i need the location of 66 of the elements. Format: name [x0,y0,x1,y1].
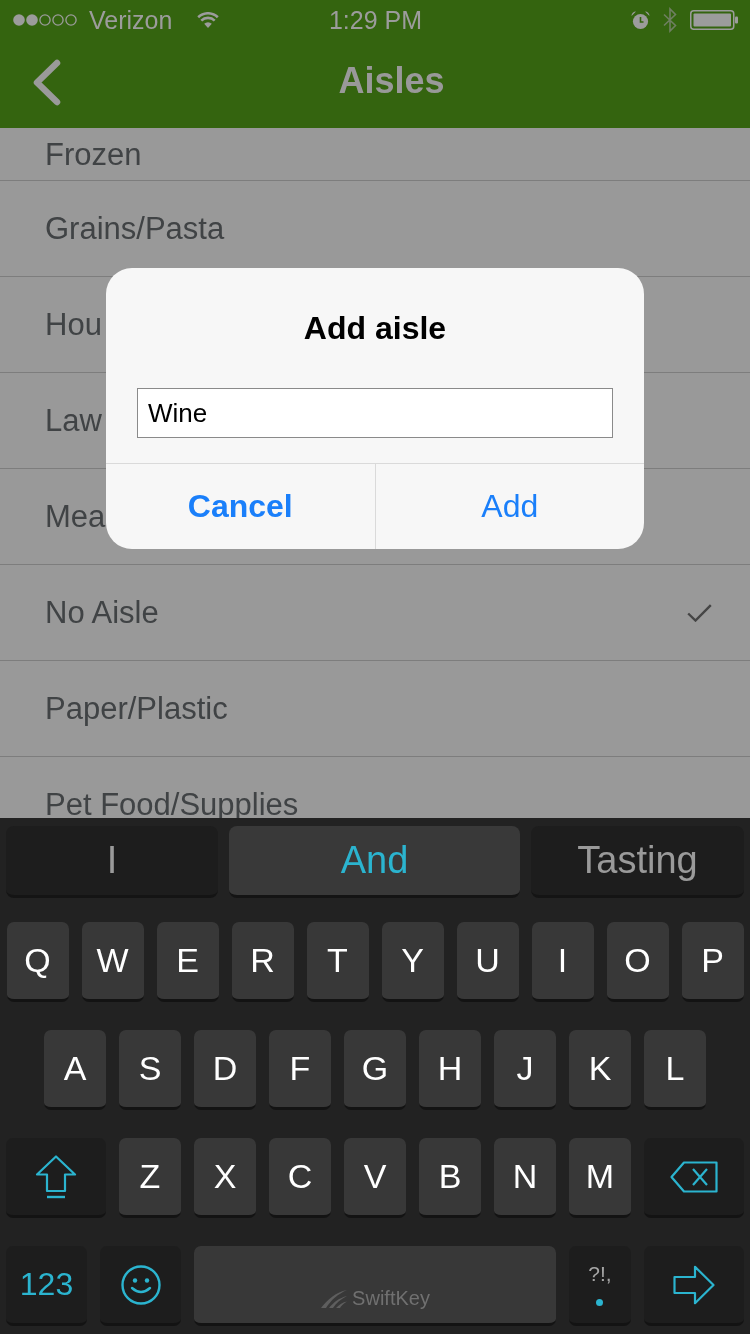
clock-time: 1:29 PM [328,5,423,35]
aisle-name: Paper/Plastic [45,689,228,728]
battery-icon [690,10,738,30]
letter-key[interactable]: B [419,1138,481,1218]
aisle-name: Law [45,401,102,440]
dot-icon [596,1299,604,1306]
aisle-row[interactable]: No Aisle [0,565,750,661]
letter-key[interactable]: Q [6,922,69,1002]
wifi-icon [197,12,220,28]
letter-key[interactable]: U [456,922,519,1002]
letter-key[interactable]: A [44,1030,106,1110]
back-button[interactable] [33,58,61,106]
aisle-row[interactable]: Paper/Plastic [0,661,750,757]
aisle-row[interactable]: Frozen [0,128,750,181]
letter-key[interactable]: F [269,1030,331,1110]
alarm-clock-icon [631,10,650,30]
suggestion-button[interactable]: And [229,826,520,898]
letter-key[interactable]: O [606,922,669,1002]
aisle-name: Mea [45,497,106,536]
punctuation-key[interactable]: ?!, [569,1246,631,1326]
numbers-key[interactable]: 123 [6,1246,87,1326]
letter-key[interactable]: X [194,1138,256,1218]
letter-key[interactable]: L [644,1030,706,1110]
letter-key[interactable]: W [81,922,144,1002]
letter-key[interactable]: K [569,1030,631,1110]
suggestion-button[interactable]: I [6,826,218,898]
letter-key[interactable]: N [494,1138,556,1218]
back-chevron-icon [33,58,61,106]
letter-key[interactable]: Z [119,1138,181,1218]
right-arrow-icon [673,1264,715,1305]
aisle-name: Grains/Pasta [45,209,225,248]
letter-key[interactable]: M [569,1138,631,1218]
emoji-key[interactable] [100,1246,181,1326]
aisle-name: Frozen [45,136,142,174]
aisle-name: No Aisle [45,593,159,632]
backspace-icon [670,1160,718,1193]
shift-key[interactable] [6,1138,106,1218]
letter-key[interactable]: Y [381,922,444,1002]
up-arrow-icon [35,1154,77,1199]
letter-key[interactable]: D [194,1030,256,1110]
letter-key[interactable]: E [156,922,219,1002]
dialog-title: Add aisle [303,309,447,348]
logo-icon [320,1289,349,1309]
letter-key[interactable]: C [269,1138,331,1218]
suggestion-button[interactable]: Tasting [531,826,744,898]
letter-key[interactable]: G [344,1030,406,1110]
screen-title: Aisles [338,59,445,103]
signal-strength-icon [13,14,79,26]
letter-key[interactable]: V [344,1138,406,1218]
aisle-name: Pet Food/Supplies [45,785,299,824]
return-key[interactable] [644,1246,744,1326]
smiley-icon [120,1264,161,1305]
letter-key[interactable]: T [306,922,369,1002]
letter-key[interactable]: H [419,1030,481,1110]
cancel-button[interactable]: Cancel [106,464,375,549]
letter-key[interactable]: I [531,922,594,1002]
letter-key[interactable]: J [494,1030,556,1110]
letter-key[interactable]: P [681,922,744,1002]
letter-key[interactable]: R [231,922,294,1002]
add-button[interactable]: Add [374,464,644,549]
text-field[interactable]: Wine [137,388,613,438]
letter-key[interactable]: S [119,1030,181,1110]
carrier-name: Verizon [89,5,173,35]
aisle-name: Hou [45,305,102,344]
backspace-key[interactable] [644,1138,744,1218]
bluetooth-icon [663,7,677,33]
